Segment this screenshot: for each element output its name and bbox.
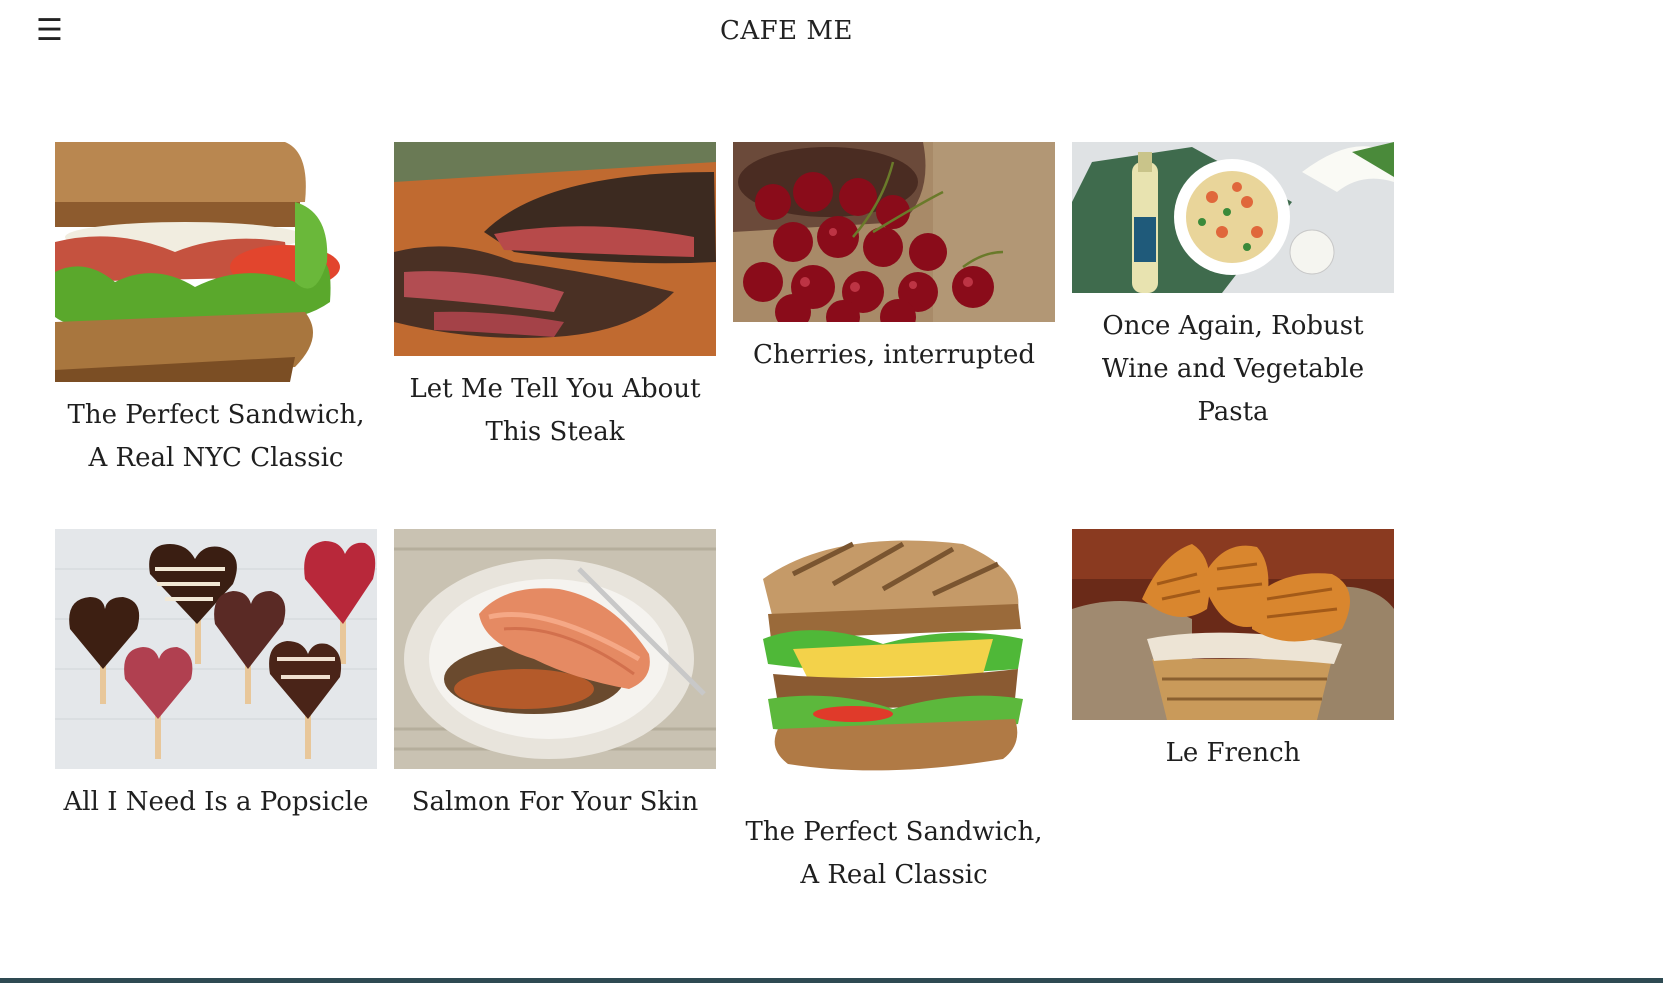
post-card[interactable]: Le French bbox=[1072, 529, 1394, 775]
post-title[interactable]: Once Again, Robust Wine and Vegetable Pa… bbox=[1072, 305, 1394, 434]
post-title[interactable]: Le French bbox=[1072, 732, 1394, 775]
sliced-steak-image[interactable] bbox=[394, 142, 716, 356]
post-card[interactable]: The Perfect Sandwich, A Real Classic bbox=[733, 529, 1055, 897]
grilled-sandwich-image[interactable] bbox=[733, 529, 1055, 799]
post-title[interactable]: The Perfect Sandwich, A Real Classic bbox=[733, 811, 1055, 897]
post-title[interactable]: All I Need Is a Popsicle bbox=[55, 781, 377, 824]
post-title[interactable]: Salmon For Your Skin bbox=[394, 781, 716, 824]
page: ☰ CAFE ME The Perfect Sandwich, A Real N… bbox=[0, 0, 1663, 983]
post-title[interactable]: Let Me Tell You About This Steak bbox=[394, 368, 716, 454]
wine-pasta-image[interactable] bbox=[1072, 142, 1394, 293]
post-title[interactable]: The Perfect Sandwich, A Real NYC Classic bbox=[55, 394, 377, 480]
post-card[interactable]: Let Me Tell You About This Steak bbox=[394, 142, 716, 454]
site-title[interactable]: CAFE ME bbox=[0, 16, 1663, 46]
blt-sandwich-image[interactable] bbox=[55, 142, 377, 382]
post-card[interactable]: Once Again, Robust Wine and Vegetable Pa… bbox=[1072, 142, 1394, 434]
post-card[interactable]: Cherries, interrupted bbox=[733, 142, 1055, 377]
croissant-basket-image[interactable] bbox=[1072, 529, 1394, 720]
post-card[interactable]: The Perfect Sandwich, A Real NYC Classic bbox=[55, 142, 377, 480]
heart-popsicles-image[interactable] bbox=[55, 529, 377, 769]
post-card[interactable]: All I Need Is a Popsicle bbox=[55, 529, 377, 824]
post-title[interactable]: Cherries, interrupted bbox=[733, 334, 1055, 377]
post-card[interactable]: Salmon For Your Skin bbox=[394, 529, 716, 824]
salmon-plate-image[interactable] bbox=[394, 529, 716, 769]
cherries-bowl-image[interactable] bbox=[733, 142, 1055, 322]
bottom-bar bbox=[0, 978, 1663, 983]
